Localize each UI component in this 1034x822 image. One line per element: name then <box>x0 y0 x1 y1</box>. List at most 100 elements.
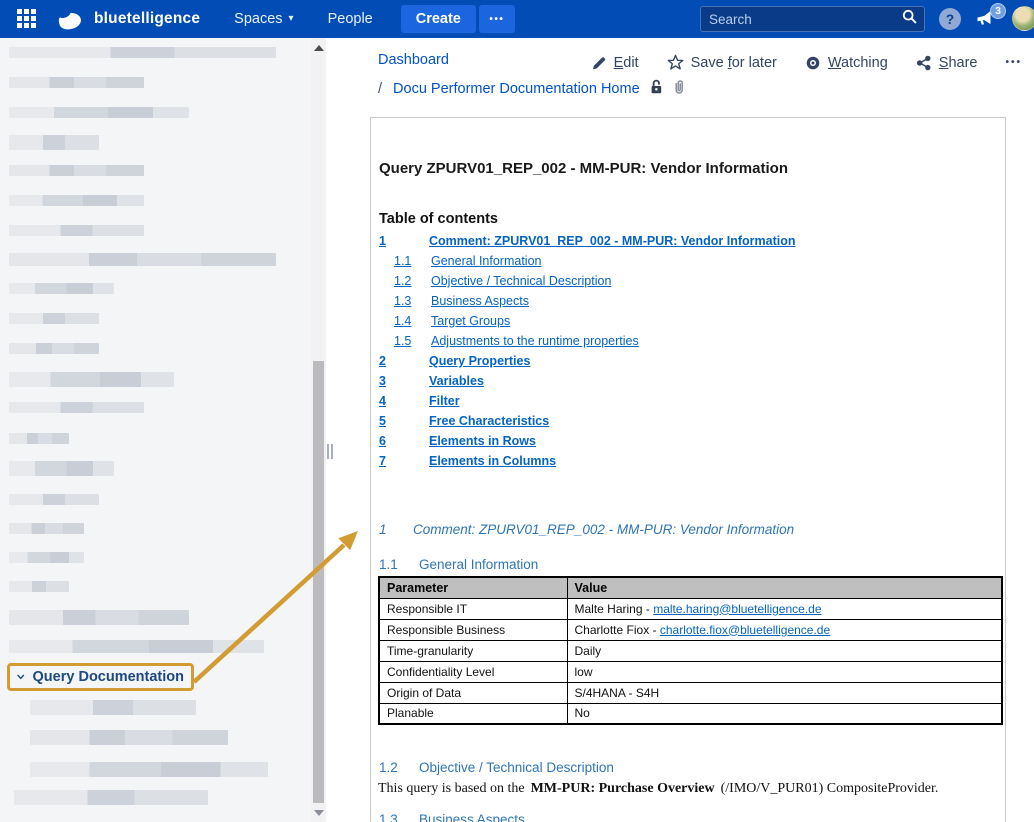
unlock-icon[interactable] <box>649 79 663 99</box>
toc-link[interactable]: Comment: ZPURV01_REP_002 - MM-PUR: Vendo… <box>429 232 796 250</box>
toc-number-link[interactable]: 1.1 <box>394 252 411 270</box>
toc-number-link[interactable]: 1.3 <box>394 292 411 310</box>
sidebar-item-redacted[interactable] <box>9 195 144 206</box>
value-cell: low <box>567 661 1002 682</box>
toc-list: 1 Comment: ZPURV01_REP_002 - MM-PUR: Ven… <box>371 232 1005 472</box>
sidebar-subitem-redacted[interactable] <box>14 790 208 805</box>
sidebar-item-redacted[interactable] <box>9 552 84 563</box>
toc-link[interactable]: Free Characteristics <box>429 412 549 430</box>
sidebar-item-redacted[interactable] <box>9 107 189 118</box>
sidebar-resize-handle[interactable] <box>327 444 333 459</box>
scrollbar-thumb[interactable] <box>313 361 324 803</box>
column-header-value: Value <box>567 577 1002 598</box>
toc-number-link[interactable]: 1 <box>379 232 386 250</box>
value-cell: S/4HANA - S4H <box>567 682 1002 703</box>
sidebar-item-redacted[interactable] <box>9 343 99 354</box>
sidebar-item-redacted[interactable] <box>9 165 144 176</box>
attachments-paperclip-icon[interactable] <box>672 79 686 99</box>
toc-link[interactable]: Elements in Columns <box>429 452 556 470</box>
section-heading-1: 1Comment: ZPURV01_REP_002 - MM-PUR: Vend… <box>379 522 794 537</box>
sidebar-item-label: Query Documentation <box>33 669 184 685</box>
search-box[interactable] <box>700 6 925 32</box>
app-switcher-icon[interactable] <box>16 8 38 30</box>
value-cell: Daily <box>567 640 1002 661</box>
toc-number-link[interactable]: 1.2 <box>394 272 411 290</box>
toc-number-link[interactable]: 6 <box>379 432 386 450</box>
toc-number-link[interactable]: 3 <box>379 372 386 390</box>
page-more-button[interactable]: ••• <box>1005 57 1022 68</box>
bluetelligence-logo-icon[interactable] <box>58 7 84 31</box>
toc-link[interactable]: Target Groups <box>431 312 510 330</box>
parameter-cell: Origin of Data <box>379 682 567 703</box>
toc-row: 1.5 Adjustments to the runtime propertie… <box>371 332 1005 352</box>
sidebar-item-redacted[interactable] <box>9 372 174 387</box>
sidebar-scrollbar[interactable] <box>311 38 326 822</box>
toc-link[interactable]: Elements in Rows <box>429 432 536 450</box>
sidebar-item-query-documentation annotation-highlight-box[interactable]: Query Documentation <box>7 663 194 691</box>
breadcrumb-dashboard-link[interactable]: Dashboard <box>378 52 449 68</box>
toc-number-link[interactable]: 5 <box>379 412 386 430</box>
scroll-down-icon[interactable] <box>314 810 324 816</box>
table-row: Planable No <box>379 703 1002 724</box>
help-icon[interactable]: ? <box>939 8 961 30</box>
sidebar-item-redacted[interactable] <box>9 461 114 476</box>
sidebar-subitem-redacted[interactable] <box>30 700 196 715</box>
user-avatar[interactable] <box>1012 6 1034 31</box>
navbar-more-button[interactable]: ••• <box>479 5 515 33</box>
sidebar-item-redacted[interactable] <box>9 135 99 150</box>
toc-number-link[interactable]: 1.5 <box>394 332 411 350</box>
share-button[interactable]: Share <box>916 55 978 71</box>
sidebar-item-redacted[interactable] <box>9 581 69 592</box>
watching-button[interactable]: Watching <box>805 55 888 71</box>
toc-number-link[interactable]: 4 <box>379 392 386 410</box>
sidebar-item-redacted[interactable] <box>9 225 144 236</box>
toc-link[interactable]: Query Properties <box>429 352 530 370</box>
breadcrumb-page-link[interactable]: Docu Performer Documentation Home <box>393 81 640 97</box>
sidebar-item-redacted[interactable] <box>9 433 69 444</box>
search-input[interactable] <box>701 12 902 27</box>
toc-row: 1.3 Business Aspects <box>371 292 1005 312</box>
sidebar-item-redacted[interactable] <box>9 253 276 266</box>
sidebar-item-redacted[interactable] <box>9 402 144 413</box>
search-icon[interactable] <box>902 9 917 29</box>
sidebar-item-redacted[interactable] <box>9 283 114 294</box>
email-link[interactable]: charlotte.fiox@bluetelligence.de <box>660 623 830 637</box>
toc-link[interactable]: General Information <box>431 252 541 270</box>
breadcrumb-separator: / <box>378 81 382 97</box>
sidebar-item-redacted[interactable] <box>9 640 264 653</box>
toc-link[interactable]: Variables <box>429 372 484 390</box>
table-row: Responsible IT Malte Haring - malte.hari… <box>379 598 1002 619</box>
sidebar-item-redacted[interactable] <box>9 610 189 625</box>
share-icon <box>916 55 932 71</box>
sidebar-item-redacted[interactable] <box>9 77 144 88</box>
toc-link[interactable]: Business Aspects <box>431 292 529 310</box>
toc-number-link[interactable]: 1.4 <box>394 312 411 330</box>
toc-number-link[interactable]: 2 <box>379 352 386 370</box>
toc-link[interactable]: Filter <box>429 392 460 410</box>
toc-link[interactable]: Adjustments to the runtime properties <box>431 332 639 350</box>
nav-people[interactable]: People <box>328 11 373 27</box>
toc-number-link[interactable]: 7 <box>379 452 386 470</box>
sidebar-item-redacted[interactable] <box>9 494 99 505</box>
toc-link[interactable]: Objective / Technical Description <box>431 272 611 290</box>
watching-eye-icon <box>805 55 821 71</box>
sidebar-item-redacted[interactable] <box>9 313 99 324</box>
parameter-cell: Planable <box>379 703 567 724</box>
scroll-up-icon[interactable] <box>314 45 324 51</box>
sidebar-item-redacted[interactable] <box>9 47 276 58</box>
chevron-down-icon <box>17 673 25 681</box>
sidebar-item-redacted[interactable] <box>9 523 84 534</box>
nav-spaces[interactable]: Spaces ▾ <box>234 11 293 27</box>
create-button[interactable]: Create <box>401 5 476 33</box>
toc-title: Table of contents <box>379 211 498 227</box>
section-heading-1-3: 1.3Business Aspects <box>379 812 525 822</box>
value-cell: Malte Haring - malte.haring@bluetelligen… <box>567 598 1002 619</box>
brand-name[interactable]: bluetelligence <box>94 10 200 28</box>
sidebar-subitem-redacted[interactable] <box>30 730 228 745</box>
edit-button[interactable]: Edit <box>591 55 639 71</box>
table-header-row: Parameter Value <box>379 577 1002 598</box>
column-header-parameter: Parameter <box>379 577 567 598</box>
save-for-later-button[interactable]: Save for later <box>667 54 777 71</box>
sidebar-subitem-redacted[interactable] <box>30 762 268 777</box>
email-link[interactable]: malte.haring@bluetelligence.de <box>653 602 821 616</box>
